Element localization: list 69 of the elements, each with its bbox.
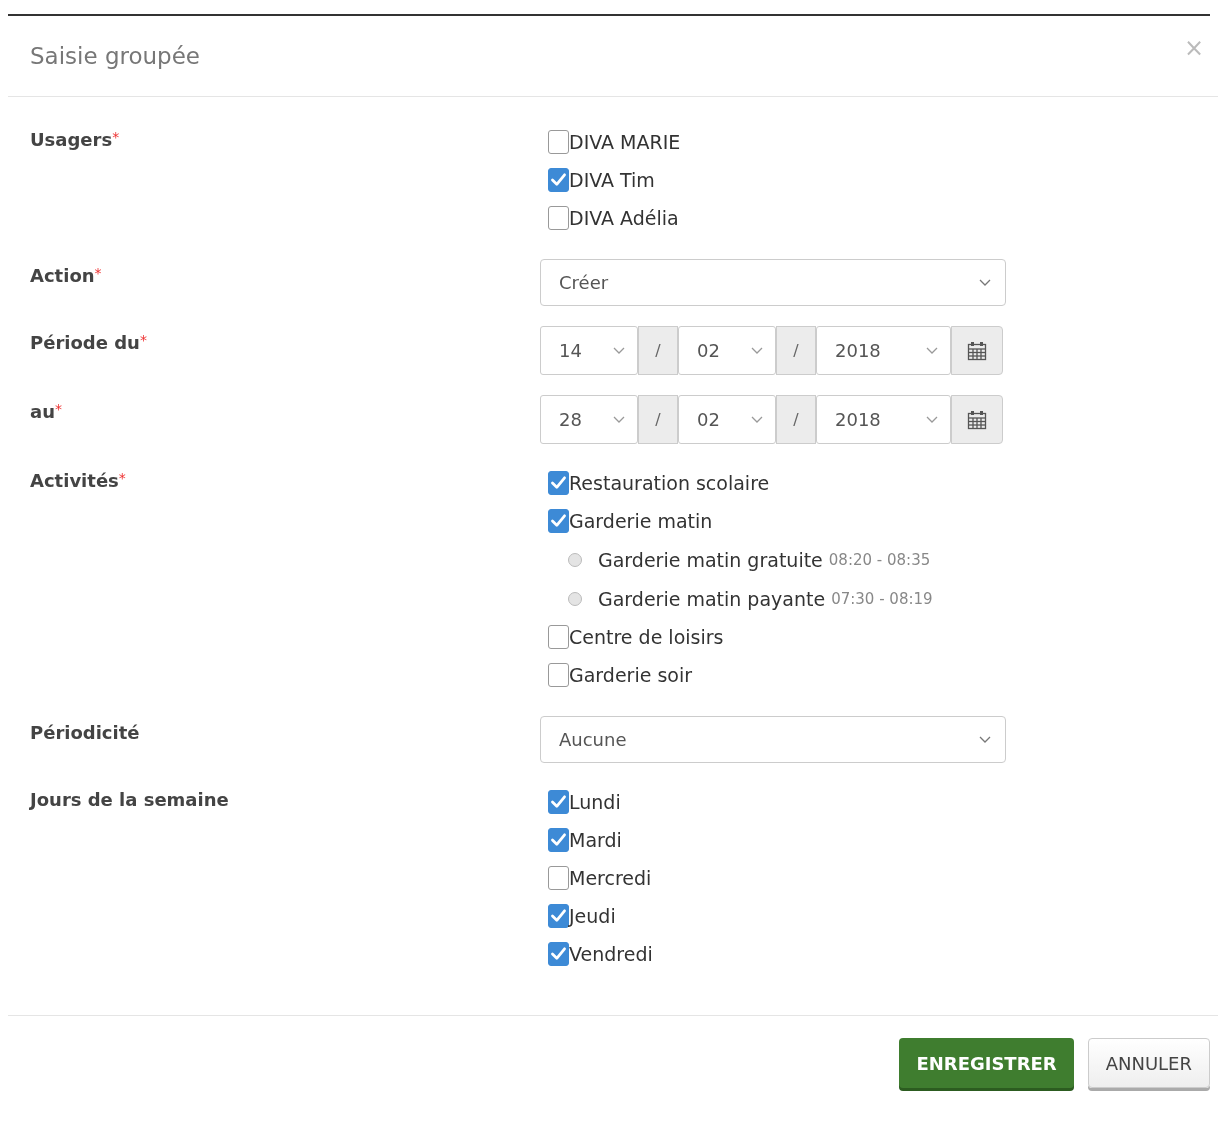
date-separator: /: [776, 395, 816, 444]
action-button[interactable]: ANNULER: [1087, 1038, 1210, 1088]
checkbox-option[interactable]: Lundi: [540, 783, 1006, 821]
field-label: Jours de la semaine: [30, 789, 229, 810]
month-select[interactable]: 02: [678, 395, 776, 444]
checkbox-option[interactable]: Restauration scolaire: [540, 464, 1006, 502]
checkbox[interactable]: [548, 828, 569, 852]
time-range: 08:20 - 08:35: [828, 550, 931, 569]
day-select[interactable]: 28: [540, 395, 638, 444]
calendar-button[interactable]: [951, 395, 1003, 444]
field-label: Usagers: [30, 129, 113, 150]
year-select[interactable]: 2018: [816, 326, 951, 375]
radio-label: Garderie matin payante: [598, 587, 826, 610]
chevron-icon: [979, 735, 991, 744]
checkbox-option[interactable]: Mercredi: [540, 859, 1006, 897]
radio-button[interactable]: [568, 591, 582, 606]
select-field[interactable]: Créer: [540, 259, 1006, 306]
month-select[interactable]: 02: [678, 326, 776, 375]
checkbox[interactable]: [548, 663, 569, 687]
checkbox[interactable]: [548, 790, 569, 814]
checkbox-option[interactable]: Mardi: [540, 821, 1006, 859]
checkbox-option[interactable]: DIVA MARIE: [540, 123, 1006, 161]
required-asterisk: *: [139, 332, 147, 348]
chevron-icon: [926, 346, 938, 355]
required-asterisk: *: [94, 265, 102, 281]
dialog-title: Saisie groupée: [30, 43, 201, 69]
checkbox[interactable]: [548, 904, 569, 928]
checkbox[interactable]: [548, 942, 569, 966]
chevron-icon: [613, 346, 625, 355]
select-field[interactable]: Aucune: [540, 716, 1006, 763]
checkbox-option[interactable]: Centre de loisirs: [540, 618, 1006, 656]
year-select[interactable]: 2018: [816, 395, 951, 444]
checkbox-option[interactable]: Garderie matin: [540, 502, 1006, 540]
chevron-icon: [926, 415, 938, 424]
checkbox[interactable]: [548, 130, 569, 154]
field-label: Période du: [30, 332, 140, 353]
checkbox-option[interactable]: Garderie soir: [540, 656, 1006, 694]
time-range: 07:30 - 08:19: [831, 589, 933, 608]
checkbox[interactable]: [548, 168, 569, 192]
field-label: au: [30, 401, 55, 422]
action-button[interactable]: ENREGISTRER: [899, 1038, 1074, 1088]
radio-button[interactable]: [568, 552, 582, 567]
date-separator: /: [776, 326, 816, 375]
field-label: Activités: [30, 470, 119, 491]
checkbox[interactable]: [548, 866, 569, 890]
checkbox[interactable]: [548, 509, 569, 533]
chevron-icon: [751, 415, 763, 424]
checkbox-option[interactable]: DIVA Adélia: [540, 199, 1006, 237]
calendar-icon: [967, 340, 987, 361]
checkbox[interactable]: [548, 625, 569, 649]
field-label: Périodicité: [30, 722, 140, 743]
checkbox[interactable]: [548, 471, 569, 495]
day-select[interactable]: 14: [540, 326, 638, 375]
required-asterisk: *: [118, 470, 126, 486]
date-separator: /: [638, 395, 678, 444]
date-separator: /: [638, 326, 678, 375]
chevron-icon: [613, 415, 625, 424]
checkbox-option[interactable]: Jeudi: [540, 897, 1006, 935]
required-asterisk: *: [112, 129, 120, 145]
calendar-icon: [967, 409, 987, 430]
checkbox-option[interactable]: DIVA Tim: [540, 161, 1006, 199]
calendar-button[interactable]: [951, 326, 1003, 375]
chevron-icon: [751, 346, 763, 355]
checkbox-option[interactable]: Vendredi: [540, 935, 1006, 973]
field-label: Action: [30, 265, 95, 286]
required-asterisk: *: [54, 401, 62, 417]
checkbox[interactable]: [548, 206, 569, 230]
radio-label: Garderie matin gratuite: [598, 548, 823, 571]
chevron-icon: [979, 278, 991, 287]
